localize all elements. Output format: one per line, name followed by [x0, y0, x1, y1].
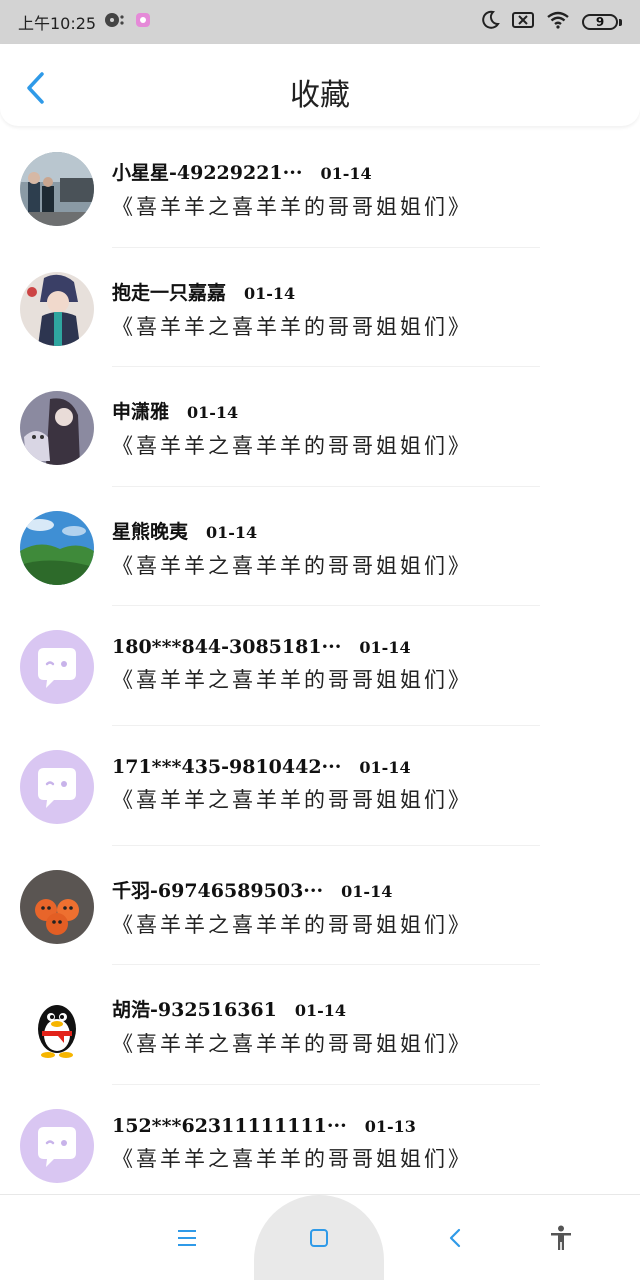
battery-level: 9 [582, 14, 618, 30]
avatar[interactable] [20, 391, 94, 466]
battery-icon: 9 [582, 14, 622, 30]
do-not-disturb-moon-icon [480, 10, 500, 34]
favorite-preview: 《喜羊羊之喜羊羊的哥哥姐姐们》 [112, 434, 472, 459]
system-nav-bar [0, 1195, 640, 1280]
status-bar: 上午10:25 9 [0, 0, 640, 44]
favorite-date: 01-14 [320, 164, 372, 183]
favorite-date: 01-14 [244, 283, 296, 303]
contact-name: 180***844-3085181··· [112, 636, 342, 659]
list-item[interactable]: 171***435-9810442··· 01-14 《喜羊羊之喜羊羊的哥哥姐姐们… [0, 726, 640, 846]
title-bar: 收藏 [0, 44, 640, 126]
favorite-preview: 《喜羊羊之喜羊羊的哥哥姐姐们》 [112, 195, 472, 219]
list-item[interactable]: 胡浩-932516361 01-14 《喜羊羊之喜羊羊的哥哥姐姐们》 [0, 965, 640, 1085]
avatar[interactable] [20, 869, 94, 944]
favorite-preview: 《喜羊羊之喜羊羊的哥哥姐姐们》 [112, 553, 472, 578]
list-item[interactable]: 千羽-69746589503··· 01-14 《喜羊羊之喜羊羊的哥哥姐姐们》 [0, 846, 640, 966]
contact-name: 胡浩-932516361 [112, 999, 277, 1022]
accessibility-icon [551, 1225, 571, 1250]
favorite-date: 01-14 [341, 881, 393, 901]
favorite-preview: 《喜羊羊之喜羊羊的哥哥姐姐们》 [112, 787, 472, 812]
favorites-list: 小星星-49229221··· 01-14 《喜羊羊之喜羊羊的哥哥姐姐们》 抱走一… [0, 128, 640, 1204]
favorite-date: 01-14 [294, 1001, 347, 1021]
contact-name: 申潇雅 [112, 401, 170, 424]
contact-name: 171***435-9810442··· [112, 755, 342, 778]
default-avatar-chat-icon[interactable] [20, 630, 94, 705]
page-title: 收藏 [290, 78, 350, 113]
chevron-left-icon [449, 1228, 461, 1247]
contact-name: 星熊晚夷 [112, 520, 189, 543]
contact-name: 千羽-69746589503··· [112, 879, 324, 902]
qq-penguin-avatar-icon[interactable] [20, 989, 94, 1064]
favorite-date: 01-14 [187, 403, 239, 423]
avatar[interactable] [20, 510, 94, 585]
favorite-preview: 《喜羊羊之喜羊羊的哥哥姐姐们》 [112, 912, 472, 937]
list-item[interactable]: 180***844-3085181··· 01-14 《喜羊羊之喜羊羊的哥哥姐姐们… [0, 606, 640, 726]
media-icon [104, 11, 126, 33]
contact-name: 小星星-49229221··· [112, 162, 303, 184]
list-item[interactable]: 抱走一只嘉嘉 01-14 《喜羊羊之喜羊羊的哥哥姐姐们》 [0, 248, 640, 368]
favorite-preview: 《喜羊羊之喜羊羊的哥哥姐姐们》 [112, 314, 472, 339]
wifi-icon [546, 11, 570, 33]
menu-icon [178, 1229, 196, 1246]
contact-name: 抱走一只嘉嘉 [112, 281, 227, 304]
avatar[interactable] [20, 271, 94, 346]
favorite-date: 01-14 [359, 757, 411, 777]
list-item[interactable]: 星熊晚夷 01-14 《喜羊羊之喜羊羊的哥哥姐姐们》 [0, 487, 640, 607]
app-notification-icon [134, 11, 152, 33]
list-item[interactable]: 申潇雅 01-14 《喜羊羊之喜羊羊的哥哥姐姐们》 [0, 367, 640, 487]
menu-button[interactable] [160, 1195, 214, 1280]
favorite-preview: 《喜羊羊之喜羊羊的哥哥姐姐们》 [112, 668, 472, 693]
favorite-date: 01-13 [364, 1116, 416, 1136]
favorite-date: 01-14 [359, 638, 411, 658]
list-item[interactable]: 152***62311111111··· 01-13 《喜羊羊之喜羊羊的哥哥姐姐们… [0, 1085, 640, 1205]
favorite-preview: 《喜羊羊之喜羊羊的哥哥姐姐们》 [112, 1032, 472, 1057]
status-time: 上午10:25 [18, 14, 97, 33]
contact-name: 152***62311111111··· [112, 1114, 347, 1137]
home-square-icon [310, 1228, 328, 1247]
default-avatar-chat-icon[interactable] [20, 1108, 94, 1183]
accessibility-button[interactable] [534, 1195, 588, 1280]
favorite-date: 01-14 [206, 522, 258, 542]
default-avatar-chat-icon[interactable] [20, 749, 94, 824]
no-sim-icon [512, 12, 534, 32]
home-button[interactable] [292, 1195, 346, 1280]
list-item[interactable]: 小星星-49229221··· 01-14 《喜羊羊之喜羊羊的哥哥姐姐们》 [0, 128, 640, 248]
favorite-preview: 《喜羊羊之喜羊羊的哥哥姐姐们》 [112, 1146, 472, 1171]
avatar[interactable] [20, 152, 94, 226]
nav-back-button[interactable] [428, 1195, 482, 1280]
